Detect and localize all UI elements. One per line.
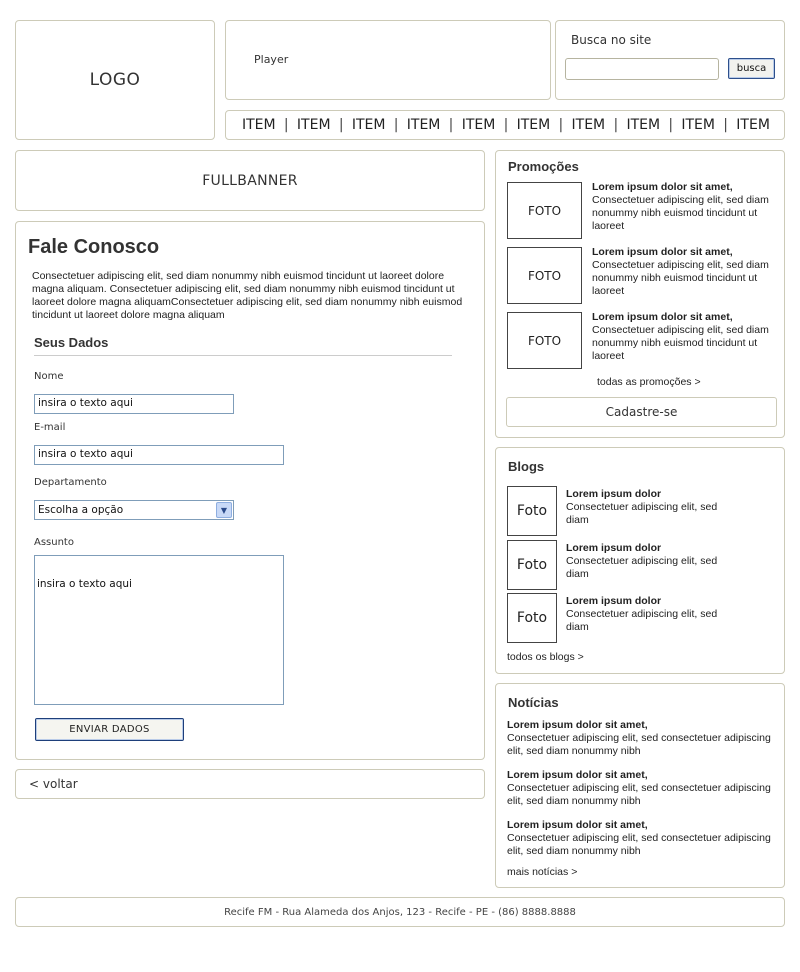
news-item-title: Lorem ipsum dolor sit amet, (507, 719, 648, 731)
nav-separator: | (503, 117, 509, 133)
nav-item[interactable]: ITEM (297, 117, 331, 133)
nav-separator: | (283, 117, 289, 133)
section-divider (34, 355, 452, 356)
subject-label: Assunto (34, 537, 74, 548)
blog-title: Lorem ipsum dolor (566, 542, 662, 554)
footer: Recife FM - Rua Alameda dos Anjos, 123 -… (15, 897, 785, 927)
department-label: Departamento (34, 477, 107, 488)
nav-item[interactable]: ITEM (626, 117, 660, 133)
logo[interactable]: LOGO (15, 20, 215, 140)
logo-text: LOGO (89, 70, 141, 90)
news-item-text: Consectetuer adipiscing elit, sed consec… (507, 782, 771, 807)
blogs-panel: Blogs Foto Lorem ipsum dolor Consectetue… (495, 447, 785, 674)
nav-item[interactable]: ITEM (681, 117, 715, 133)
contact-form-panel: Fale Conosco Consectetuer adipiscing eli… (15, 221, 485, 760)
fullbanner-label: FULLBANNER (202, 172, 298, 189)
blog-text: Consectetuer adipiscing elit, sed diam (566, 555, 718, 580)
news-item[interactable]: Lorem ipsum dolor sit amet, Consectetuer… (507, 769, 772, 808)
news-item[interactable]: Lorem ipsum dolor sit amet, Consectetuer… (507, 719, 772, 758)
news-item-title: Lorem ipsum dolor sit amet, (507, 819, 648, 831)
player-label: Player (254, 53, 289, 66)
promo-text: Consectetuer adipiscing elit, sed diam n… (592, 324, 769, 362)
blog-photo[interactable]: Foto (507, 540, 557, 590)
department-select[interactable]: Escolha a opção ▼ (34, 500, 234, 520)
player[interactable]: Player (225, 20, 551, 100)
nav-item[interactable]: ITEM (517, 117, 551, 133)
intro-text: Consectetuer adipiscing elit, sed diam n… (32, 270, 463, 321)
blog-text: Consectetuer adipiscing elit, sed diam (566, 608, 718, 633)
blog-title: Lorem ipsum dolor (566, 595, 662, 607)
blogs-title: Blogs (508, 459, 545, 474)
news-item-text: Consectetuer adipiscing elit, sed consec… (507, 832, 771, 857)
signup-label: Cadastre-se (605, 405, 678, 419)
news-panel: Notícias Lorem ipsum dolor sit amet, Con… (495, 683, 785, 888)
promo-photo[interactable]: FOTO (507, 312, 582, 369)
search-label: Busca no site (571, 33, 652, 47)
promotions-panel: Promoções FOTO Lorem ipsum dolor sit ame… (495, 150, 785, 438)
blog-item[interactable]: Lorem ipsum dolor Consectetuer adipiscin… (566, 595, 736, 634)
section-title: Seus Dados (34, 335, 109, 350)
main-nav: ITEM | ITEM | ITEM | ITEM | ITEM | ITEM … (225, 110, 785, 140)
nav-separator: | (393, 117, 399, 133)
news-item[interactable]: Lorem ipsum dolor sit amet, Consectetuer… (507, 819, 772, 858)
news-item-text: Consectetuer adipiscing elit, sed consec… (507, 732, 771, 757)
nav-item[interactable]: ITEM (407, 117, 441, 133)
nav-item[interactable]: ITEM (352, 117, 386, 133)
promo-photo[interactable]: FOTO (507, 182, 582, 239)
blog-text: Consectetuer adipiscing elit, sed diam (566, 501, 718, 526)
promo-text: Consectetuer adipiscing elit, sed diam n… (592, 259, 769, 297)
news-item-title: Lorem ipsum dolor sit amet, (507, 769, 648, 781)
blog-photo[interactable]: Foto (507, 593, 557, 643)
email-field[interactable]: insira o texto aqui (34, 445, 284, 465)
department-value: Escolha a opção (38, 504, 124, 516)
nav-item[interactable]: ITEM (242, 117, 276, 133)
fullbanner[interactable]: FULLBANNER (15, 150, 485, 211)
nav-item[interactable]: ITEM (462, 117, 496, 133)
email-label: E-mail (34, 422, 66, 433)
promo-title: Lorem ipsum dolor sit amet, (592, 181, 733, 193)
blog-item[interactable]: Lorem ipsum dolor Consectetuer adipiscin… (566, 542, 736, 581)
promo-item[interactable]: Lorem ipsum dolor sit amet, Consectetuer… (592, 181, 772, 233)
promo-text: Consectetuer adipiscing elit, sed diam n… (592, 194, 769, 232)
promo-item[interactable]: Lorem ipsum dolor sit amet, Consectetuer… (592, 311, 772, 363)
nav-separator: | (668, 117, 674, 133)
news-title: Notícias (508, 695, 559, 710)
promotions-title: Promoções (508, 159, 579, 174)
name-label: Nome (34, 371, 64, 382)
promo-item[interactable]: Lorem ipsum dolor sit amet, Consectetuer… (592, 246, 772, 298)
all-blogs-link[interactable]: todos os blogs > (507, 651, 584, 663)
nav-item[interactable]: ITEM (572, 117, 606, 133)
blog-title: Lorem ipsum dolor (566, 488, 662, 500)
signup-button[interactable]: Cadastre-se (506, 397, 777, 427)
nav-separator: | (723, 117, 728, 133)
blog-item[interactable]: Lorem ipsum dolor Consectetuer adipiscin… (566, 488, 736, 527)
search-button[interactable]: busca (728, 58, 775, 79)
nav-item[interactable]: ITEM (736, 117, 770, 133)
nav-separator: | (448, 117, 454, 133)
back-link-box[interactable]: < voltar (15, 769, 485, 799)
blog-photo[interactable]: Foto (507, 486, 557, 536)
promo-title: Lorem ipsum dolor sit amet, (592, 246, 733, 258)
search-input[interactable] (565, 58, 719, 80)
name-field[interactable]: insira o texto aqui (34, 394, 234, 414)
chevron-down-icon[interactable]: ▼ (216, 502, 232, 518)
promo-photo[interactable]: FOTO (507, 247, 582, 304)
search-box: Busca no site busca (555, 20, 785, 100)
subject-textarea[interactable]: insira o texto aqui (34, 555, 284, 705)
submit-button[interactable]: ENVIAR DADOS (35, 718, 184, 741)
nav-separator: | (558, 117, 564, 133)
page-title: Fale Conosco (28, 236, 160, 258)
footer-address: Recife FM - Rua Alameda dos Anjos, 123 -… (224, 906, 576, 918)
promo-title: Lorem ipsum dolor sit amet, (592, 311, 733, 323)
more-news-link[interactable]: mais notícias > (507, 866, 577, 878)
back-link[interactable]: < voltar (29, 777, 78, 791)
nav-separator: | (338, 117, 344, 133)
all-promotions-link[interactable]: todas as promoções > (597, 376, 701, 388)
nav-separator: | (613, 117, 619, 133)
